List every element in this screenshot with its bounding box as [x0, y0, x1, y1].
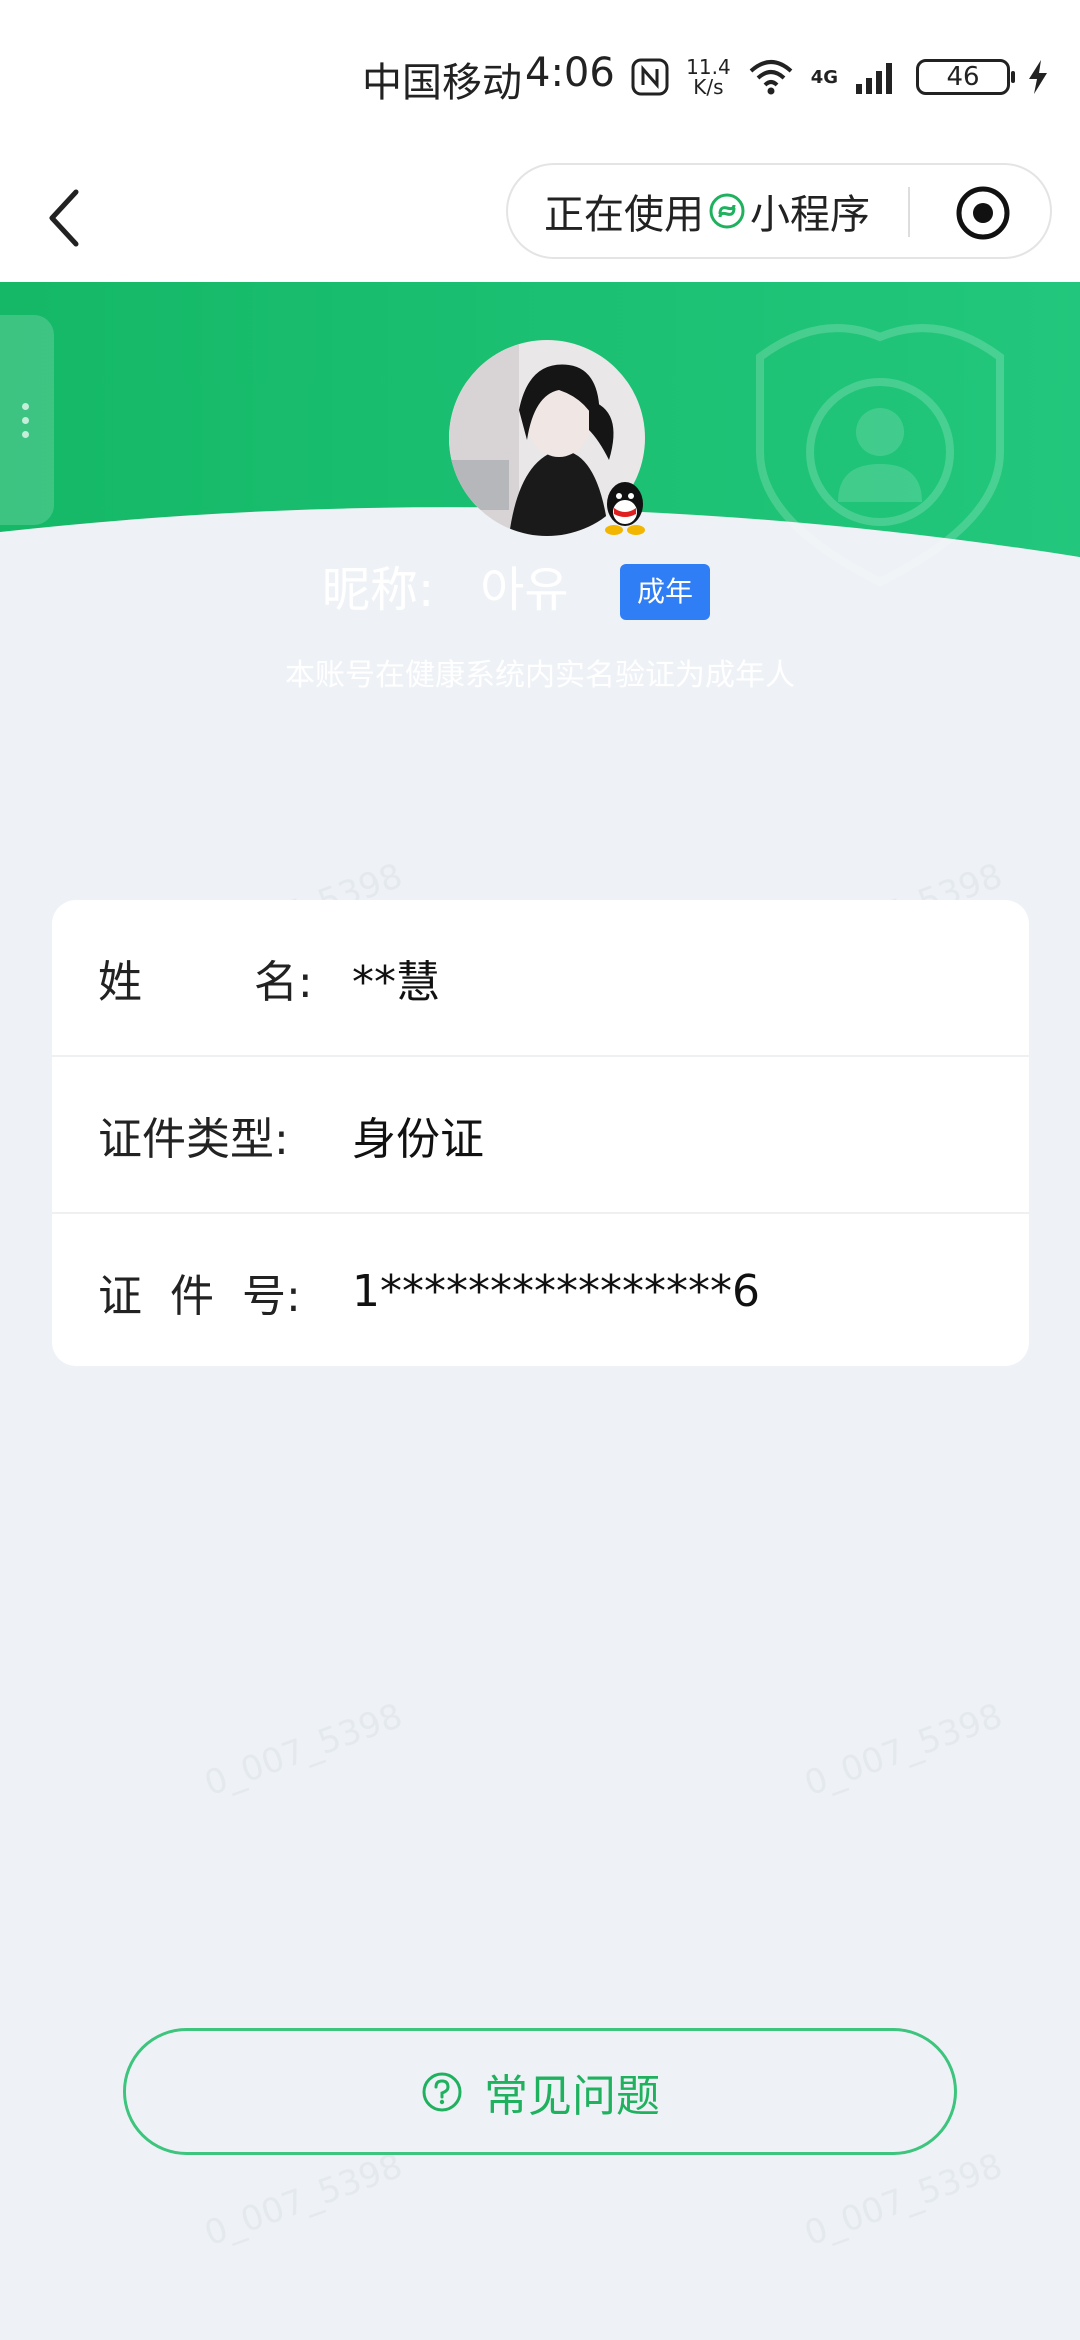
question-icon: [422, 2072, 462, 2111]
row-label: 姓 名:: [98, 956, 313, 1008]
info-row-id-type: 证件类型: 身份证: [52, 1057, 1029, 1214]
nickname-value: 아유: [480, 562, 569, 618]
handle-dots: [22, 403, 30, 445]
nfc-icon: [631, 58, 669, 96]
qq-icon: [605, 482, 645, 535]
status-icons: 11.4 K/s 4G 46: [630, 52, 1050, 102]
capsule-prefix: 正在使用: [544, 192, 704, 238]
verification-text: 本账号在健康系统内实名验证为成年人: [285, 658, 795, 693]
status-bar: 中国移动 4:06 11.4 K/s 4G 46: [0, 0, 1080, 150]
row-label: 证件类型:: [98, 1113, 289, 1165]
mini-program-icon: [709, 193, 745, 229]
net-speed-value: 11.4: [686, 55, 731, 79]
capsule-divider: [908, 187, 910, 237]
row-value: **慧: [352, 956, 440, 1008]
signal-icon: [856, 63, 892, 94]
network-type: 4G: [810, 66, 838, 88]
wifi-icon: [749, 60, 793, 95]
row-label: 证 件 号:: [98, 1270, 301, 1322]
watermark: 0_007_5398: [199, 1695, 408, 1805]
status-time: 4:06: [525, 50, 615, 96]
info-row-name: 姓 名: **慧: [52, 900, 1029, 1057]
side-drawer-handle[interactable]: [0, 315, 54, 525]
row-value: 身份证: [352, 1113, 484, 1165]
miniprogram-capsule[interactable]: 正在使用 小程序: [506, 163, 1052, 259]
row-value: 1****************6: [352, 1266, 760, 1317]
faq-button[interactable]: 常见问题: [123, 2028, 957, 2155]
carrier-name: 中国移动: [362, 60, 522, 106]
adult-badge: 成年: [620, 564, 710, 620]
back-button[interactable]: [36, 178, 116, 258]
net-speed-unit: K/s: [693, 75, 724, 99]
nickname-label: 昵称:: [322, 562, 435, 618]
watermark: 0_007_5398: [799, 1695, 1008, 1805]
battery-indicator: 46: [916, 59, 1015, 95]
charging-icon: [1029, 60, 1047, 94]
identity-info-card: 姓 名: **慧 证件类型: 身份证 证 件 号: 1*************…: [52, 900, 1029, 1366]
capsule-text: 正在使用 小程序: [544, 182, 870, 240]
nickname-line: 昵称: 아유: [322, 550, 569, 620]
watermark: 0_007_5398: [799, 2145, 1008, 2255]
nav-bar: 正在使用 小程序: [0, 150, 1080, 282]
net-speed: 11.4 K/s: [686, 57, 731, 97]
watermark: 0_007_5398: [199, 2145, 408, 2255]
close-target-icon[interactable]: [954, 184, 1012, 242]
faq-label: 常见问题: [484, 2070, 660, 2122]
info-row-id-number: 证 件 号: 1****************6: [52, 1214, 1029, 1366]
capsule-suffix: 小程序: [750, 192, 870, 238]
